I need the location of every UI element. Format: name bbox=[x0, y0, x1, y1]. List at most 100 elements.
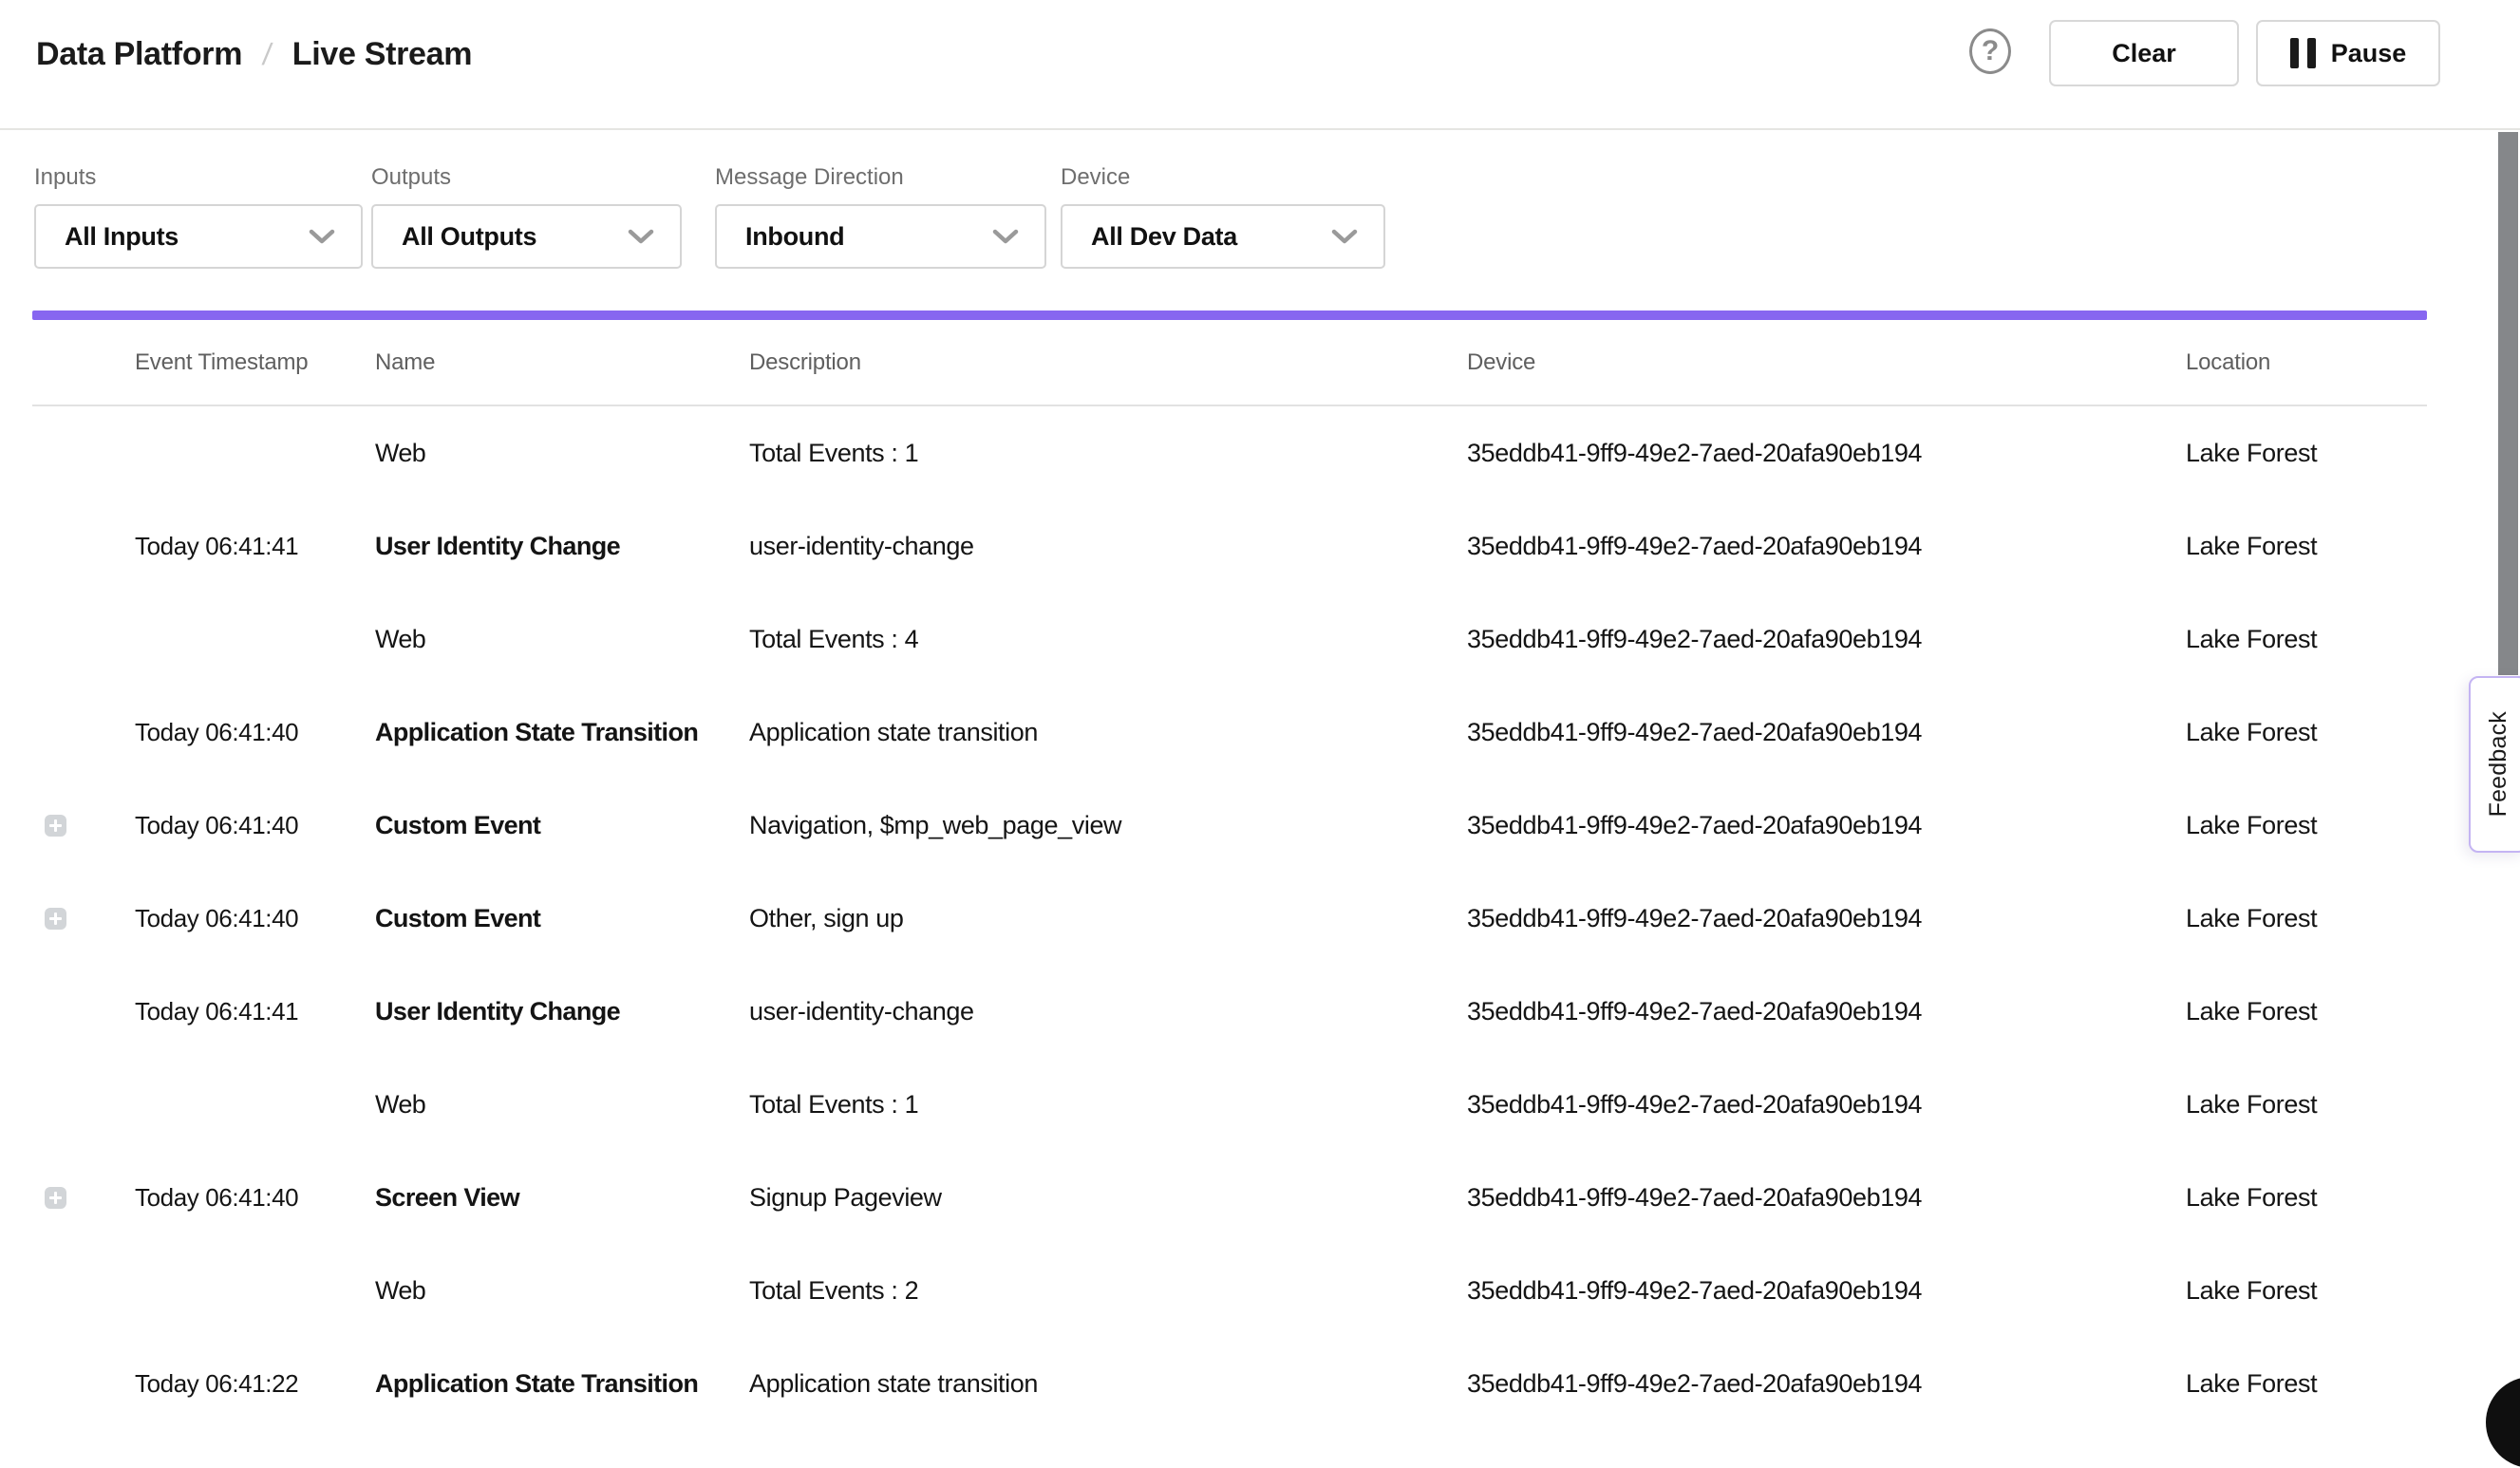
filter-selected-value: Inbound bbox=[745, 222, 844, 252]
filter: Outputs All Outputs bbox=[371, 164, 682, 269]
cell-location: Lake Forest bbox=[2186, 811, 2427, 840]
cell-device: 35eddb41-9ff9-49e2-7aed-20afa90eb194 bbox=[1467, 532, 2186, 561]
cell-device: 35eddb41-9ff9-49e2-7aed-20afa90eb194 bbox=[1467, 1090, 2186, 1120]
filter-selected-value: All Outputs bbox=[402, 222, 536, 252]
column-header-device: Device bbox=[1467, 349, 2186, 376]
cell-name: User Identity Change bbox=[375, 997, 749, 1026]
table-body: Web Total Events : 1 35eddb41-9ff9-49e2-… bbox=[32, 406, 2427, 1430]
table-row[interactable]: Web Total Events : 2 35eddb41-9ff9-49e2-… bbox=[32, 1244, 2427, 1337]
table-row[interactable]: Today 06:41:41 User Identity Change user… bbox=[32, 499, 2427, 593]
filter: Inputs All Inputs bbox=[34, 164, 363, 269]
column-header-event-timestamp: Event Timestamp bbox=[135, 349, 375, 376]
cell-device: 35eddb41-9ff9-49e2-7aed-20afa90eb194 bbox=[1467, 718, 2186, 747]
cell-location: Lake Forest bbox=[2186, 625, 2427, 654]
cell-location: Lake Forest bbox=[2186, 1090, 2427, 1120]
chevron-down-icon bbox=[627, 228, 655, 245]
cell-description: Other, sign up bbox=[749, 904, 1467, 933]
table-row[interactable]: Today 06:41:41 User Identity Change user… bbox=[32, 965, 2427, 1058]
cell-device: 35eddb41-9ff9-49e2-7aed-20afa90eb194 bbox=[1467, 625, 2186, 654]
cell-location: Lake Forest bbox=[2186, 1276, 2427, 1306]
breadcrumb-section[interactable]: Data Platform bbox=[36, 36, 242, 73]
pause-icon bbox=[2290, 38, 2316, 68]
cell-name: Web bbox=[375, 1276, 749, 1306]
chevron-down-icon bbox=[308, 228, 336, 245]
cell-location: Lake Forest bbox=[2186, 718, 2427, 747]
cell-name: Web bbox=[375, 1090, 749, 1120]
cell-name: Custom Event bbox=[375, 904, 749, 933]
table-row[interactable]: Web Total Events : 1 35eddb41-9ff9-49e2-… bbox=[32, 1058, 2427, 1151]
table-row[interactable]: Web Total Events : 1 35eddb41-9ff9-49e2-… bbox=[32, 406, 2427, 499]
filter-label: Message Direction bbox=[715, 164, 1046, 191]
table-row[interactable]: Today 06:41:40 Application State Transit… bbox=[32, 686, 2427, 779]
filter-label: Inputs bbox=[34, 164, 363, 191]
cell-event-timestamp: Today 06:41:40 bbox=[135, 1183, 375, 1213]
table-row[interactable]: Web Total Events : 4 35eddb41-9ff9-49e2-… bbox=[32, 593, 2427, 686]
filter-dropdown[interactable]: All Outputs bbox=[371, 204, 682, 269]
filter-dropdown[interactable]: All Dev Data bbox=[1061, 204, 1385, 269]
cell-description: Total Events : 1 bbox=[749, 439, 1467, 468]
chevron-down-icon bbox=[1330, 228, 1359, 245]
table-row[interactable]: Today 06:41:40 Custom Event Navigation, … bbox=[32, 779, 2427, 872]
help-icon[interactable]: ? bbox=[1969, 28, 2011, 74]
cell-description: Application state transition bbox=[749, 718, 1467, 747]
cell-name: Custom Event bbox=[375, 811, 749, 840]
table-row[interactable]: Today 06:41:40 Screen View Signup Pagevi… bbox=[32, 1151, 2427, 1244]
column-header-description: Description bbox=[749, 349, 1467, 376]
cell-description: Signup Pageview bbox=[749, 1183, 1467, 1213]
cell-event-timestamp: Today 06:41:40 bbox=[135, 904, 375, 933]
cell-description: Total Events : 1 bbox=[749, 1090, 1467, 1120]
live-stream-table: Event Timestamp Name Description Device … bbox=[32, 320, 2427, 1430]
chevron-down-icon bbox=[991, 228, 1020, 245]
expand-row-icon[interactable] bbox=[45, 1187, 66, 1209]
corner-widget-button[interactable] bbox=[2486, 1377, 2520, 1468]
top-header: Data Platform / Live Stream ? Clear Paus… bbox=[0, 0, 2520, 130]
filter-dropdown[interactable]: All Inputs bbox=[34, 204, 363, 269]
cell-name: User Identity Change bbox=[375, 532, 749, 561]
accent-bar bbox=[32, 311, 2427, 320]
cell-event-timestamp: Today 06:41:41 bbox=[135, 997, 375, 1026]
table-header-row: Event Timestamp Name Description Device … bbox=[32, 320, 2427, 406]
cell-device: 35eddb41-9ff9-49e2-7aed-20afa90eb194 bbox=[1467, 1276, 2186, 1306]
filter-dropdown[interactable]: Inbound bbox=[715, 204, 1046, 269]
cell-location: Lake Forest bbox=[2186, 997, 2427, 1026]
filter-selected-value: All Inputs bbox=[65, 222, 179, 252]
column-header-location: Location bbox=[2186, 349, 2427, 376]
cell-location: Lake Forest bbox=[2186, 904, 2427, 933]
column-header-name: Name bbox=[375, 349, 749, 376]
page-title: Live Stream bbox=[292, 36, 472, 73]
cell-name: Web bbox=[375, 439, 749, 468]
cell-location: Lake Forest bbox=[2186, 439, 2427, 468]
scrollbar-thumb[interactable] bbox=[2498, 132, 2518, 675]
cell-device: 35eddb41-9ff9-49e2-7aed-20afa90eb194 bbox=[1467, 811, 2186, 840]
cell-device: 35eddb41-9ff9-49e2-7aed-20afa90eb194 bbox=[1467, 997, 2186, 1026]
cell-description: Application state transition bbox=[749, 1369, 1467, 1399]
cell-event-timestamp: Today 06:41:22 bbox=[135, 1369, 375, 1399]
cell-description: Total Events : 4 bbox=[749, 625, 1467, 654]
cell-description: Total Events : 2 bbox=[749, 1276, 1467, 1306]
table-row[interactable]: Today 06:41:40 Custom Event Other, sign … bbox=[32, 872, 2427, 965]
breadcrumb-separator-icon: / bbox=[261, 37, 274, 72]
pause-button[interactable]: Pause bbox=[2256, 20, 2440, 86]
table-row[interactable]: Today 06:41:22 Application State Transit… bbox=[32, 1337, 2427, 1430]
cell-description: user-identity-change bbox=[749, 997, 1467, 1026]
expand-row-icon[interactable] bbox=[45, 815, 66, 837]
feedback-tab[interactable]: Feedback bbox=[2469, 676, 2520, 853]
cell-name: Application State Transition bbox=[375, 1369, 749, 1399]
cell-event-timestamp: Today 06:41:41 bbox=[135, 532, 375, 561]
cell-event-timestamp: Today 06:41:40 bbox=[135, 718, 375, 747]
expand-row-icon[interactable] bbox=[45, 908, 66, 930]
cell-device: 35eddb41-9ff9-49e2-7aed-20afa90eb194 bbox=[1467, 439, 2186, 468]
breadcrumb: Data Platform / Live Stream bbox=[36, 36, 472, 73]
cell-description: user-identity-change bbox=[749, 532, 1467, 561]
filter: Device All Dev Data bbox=[1061, 164, 1385, 269]
pause-button-label: Pause bbox=[2331, 39, 2407, 68]
clear-button-label: Clear bbox=[2112, 39, 2176, 68]
cell-device: 35eddb41-9ff9-49e2-7aed-20afa90eb194 bbox=[1467, 1369, 2186, 1399]
feedback-tab-label: Feedback bbox=[2485, 711, 2512, 817]
cell-location: Lake Forest bbox=[2186, 532, 2427, 561]
clear-button[interactable]: Clear bbox=[2049, 20, 2239, 86]
cell-name: Application State Transition bbox=[375, 718, 749, 747]
filter-label: Device bbox=[1061, 164, 1385, 191]
help-glyph: ? bbox=[1982, 35, 1999, 67]
cell-event-timestamp: Today 06:41:40 bbox=[135, 811, 375, 840]
